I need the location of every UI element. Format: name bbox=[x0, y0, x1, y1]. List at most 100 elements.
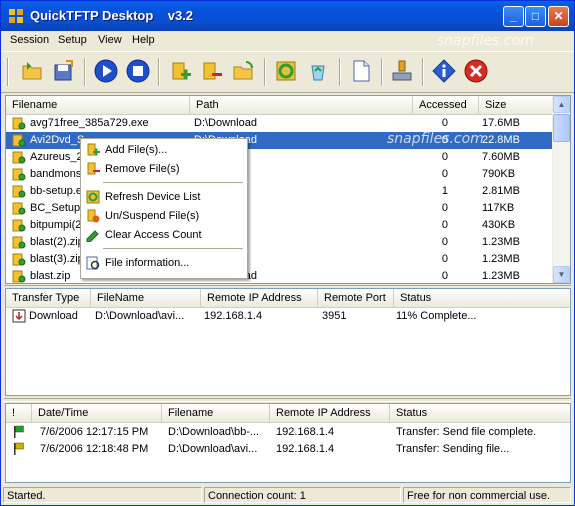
col-transfer-port[interactable]: Remote Port bbox=[318, 289, 394, 307]
file-size: 7.60MB bbox=[482, 151, 520, 163]
file-size: 1.23MB bbox=[482, 253, 520, 265]
file-size: 17.6MB bbox=[482, 117, 520, 129]
file-icon bbox=[12, 270, 26, 283]
open-folder-icon[interactable] bbox=[21, 59, 45, 83]
log-status: Transfer: Sending file... bbox=[396, 443, 510, 455]
file-accessed: 0 bbox=[441, 253, 448, 265]
info-icon[interactable] bbox=[432, 59, 456, 83]
remove-file-icon[interactable] bbox=[200, 59, 224, 83]
app-window: QuickTFTP Desktop v3.2 _ □ ✕ Session Set… bbox=[0, 0, 575, 506]
recycle-icon[interactable] bbox=[306, 59, 330, 83]
log-row[interactable]: 7/6/2006 12:18:48 PM D:\Download\avi... 19… bbox=[6, 441, 570, 458]
file-icon bbox=[12, 219, 26, 232]
ctx-add-files[interactable]: Add File(s)... bbox=[83, 141, 243, 159]
file-size: 2.81MB bbox=[482, 185, 520, 197]
status-bar: Started. Connection count: 1 Free for no… bbox=[1, 485, 574, 505]
watermark-top: snapfiles.com bbox=[437, 33, 534, 49]
file-path: D:\Download bbox=[194, 117, 257, 129]
file-size: 117KB bbox=[482, 202, 515, 214]
status-license: Free for non commercial use. bbox=[403, 487, 571, 503]
col-transfer-ip[interactable]: Remote IP Address bbox=[201, 289, 318, 307]
ctx-remove-files[interactable]: Remove File(s) bbox=[83, 160, 243, 178]
refresh-icon bbox=[86, 190, 100, 204]
ctx-unsuspend-files[interactable]: Un/Suspend File(s) bbox=[83, 207, 243, 225]
file-row[interactable]: avg71free_385a729.exe D:\Download 0 17.6MB bbox=[6, 115, 570, 132]
stop-icon[interactable] bbox=[126, 59, 150, 83]
col-log-filename[interactable]: Filename bbox=[162, 404, 270, 422]
col-log-flag[interactable]: ! bbox=[6, 404, 32, 422]
col-accessed[interactable]: Accessed bbox=[413, 96, 479, 114]
suspend-icon bbox=[87, 209, 100, 223]
file-name: avg71free_385a729.exe bbox=[30, 117, 149, 129]
col-log-ip[interactable]: Remote IP Address bbox=[270, 404, 390, 422]
file-accessed: 0 bbox=[441, 117, 448, 129]
refresh-icon[interactable] bbox=[274, 59, 298, 83]
col-transfer-filename[interactable]: FileName bbox=[91, 289, 201, 307]
transfer-type: Download bbox=[29, 310, 78, 322]
col-transfer-status[interactable]: Status bbox=[394, 289, 570, 307]
scroll-thumb[interactable] bbox=[553, 114, 570, 142]
col-path[interactable]: Path bbox=[190, 96, 413, 114]
log-row[interactable]: 7/6/2006 12:17:15 PM D:\Download\bb-... 19… bbox=[6, 424, 570, 441]
log-ip: 192.168.1.4 bbox=[276, 426, 335, 438]
close-icon[interactable] bbox=[464, 59, 488, 83]
network-icon[interactable] bbox=[390, 59, 414, 83]
menu-setup[interactable]: Setup bbox=[58, 34, 87, 46]
transfers-list[interactable]: Transfer Type FileName Remote IP Address… bbox=[5, 288, 571, 396]
file-size: 22.8MB bbox=[482, 134, 520, 146]
document-icon[interactable] bbox=[349, 59, 373, 83]
log-filename: D:\Download\avi... bbox=[168, 443, 258, 455]
ctx-clear-access-count[interactable]: Clear Access Count bbox=[83, 226, 243, 244]
file-icon bbox=[12, 117, 26, 130]
add-file-icon[interactable] bbox=[169, 59, 193, 83]
ctx-add-files-label: Add File(s)... bbox=[105, 144, 168, 156]
status-connections: Connection count: 1 bbox=[204, 487, 401, 503]
toolbar-separator bbox=[422, 58, 424, 86]
log-datetime: 7/6/2006 12:17:15 PM bbox=[40, 426, 149, 438]
file-icon bbox=[12, 236, 26, 249]
clear-icon bbox=[86, 230, 99, 242]
flag-icon bbox=[14, 425, 24, 438]
file-accessed: 0 bbox=[441, 202, 448, 214]
toolbar-separator bbox=[339, 58, 341, 86]
menu-help[interactable]: Help bbox=[132, 34, 155, 46]
col-transfer-type[interactable]: Transfer Type bbox=[6, 289, 91, 307]
col-log-status[interactable]: Status bbox=[390, 404, 570, 422]
ctx-file-info-label: File information... bbox=[105, 257, 190, 269]
file-accessed: 1 bbox=[441, 185, 448, 197]
scroll-down-button[interactable]: ▼ bbox=[553, 266, 570, 283]
col-filename[interactable]: Filename bbox=[6, 96, 190, 114]
col-log-datetime[interactable]: Date/Time bbox=[32, 404, 162, 422]
close-window-button[interactable]: ✕ bbox=[548, 6, 569, 27]
app-icon bbox=[9, 9, 23, 23]
play-icon[interactable] bbox=[94, 59, 118, 83]
log-datetime: 7/6/2006 12:18:48 PM bbox=[40, 443, 149, 455]
refresh-folder-icon[interactable] bbox=[232, 59, 256, 83]
log-list[interactable]: ! Date/Time Filename Remote IP Address S… bbox=[5, 403, 571, 483]
menu-view[interactable]: View bbox=[98, 34, 122, 46]
minimize-button[interactable]: _ bbox=[503, 6, 524, 27]
log-filename: D:\Download\bb-... bbox=[168, 426, 260, 438]
splitter[interactable] bbox=[4, 398, 571, 402]
save-disk-icon[interactable] bbox=[52, 59, 76, 83]
files-header: Filename Path Accessed Size bbox=[6, 96, 570, 115]
menu-session[interactable]: Session bbox=[10, 34, 49, 46]
ctx-refresh-label: Refresh Device List bbox=[105, 191, 201, 203]
files-scrollbar[interactable]: ▲ ▼ bbox=[552, 96, 570, 283]
file-icon bbox=[12, 185, 26, 198]
status-state: Started. bbox=[3, 487, 202, 503]
file-size: 1.23MB bbox=[482, 236, 520, 248]
file-accessed: 0 bbox=[441, 219, 448, 231]
maximize-button[interactable]: □ bbox=[525, 6, 546, 27]
title-bar[interactable]: QuickTFTP Desktop v3.2 _ □ ✕ bbox=[1, 1, 574, 31]
remove-file-icon bbox=[87, 162, 100, 175]
transfer-port: 3951 bbox=[322, 310, 347, 322]
toolbar-grip bbox=[7, 58, 9, 86]
ctx-file-information[interactable]: File information... bbox=[83, 254, 243, 272]
scroll-up-button[interactable]: ▲ bbox=[553, 96, 570, 113]
ctx-refresh-device-list[interactable]: Refresh Device List bbox=[83, 188, 243, 206]
col-size[interactable]: Size bbox=[479, 96, 554, 114]
file-accessed: 0 bbox=[441, 236, 448, 248]
transfer-row[interactable]: Download D:\Download\avi... 192.168.1.4 … bbox=[6, 308, 570, 325]
context-menu: Add File(s)... Remove File(s) Refresh De… bbox=[80, 138, 248, 279]
